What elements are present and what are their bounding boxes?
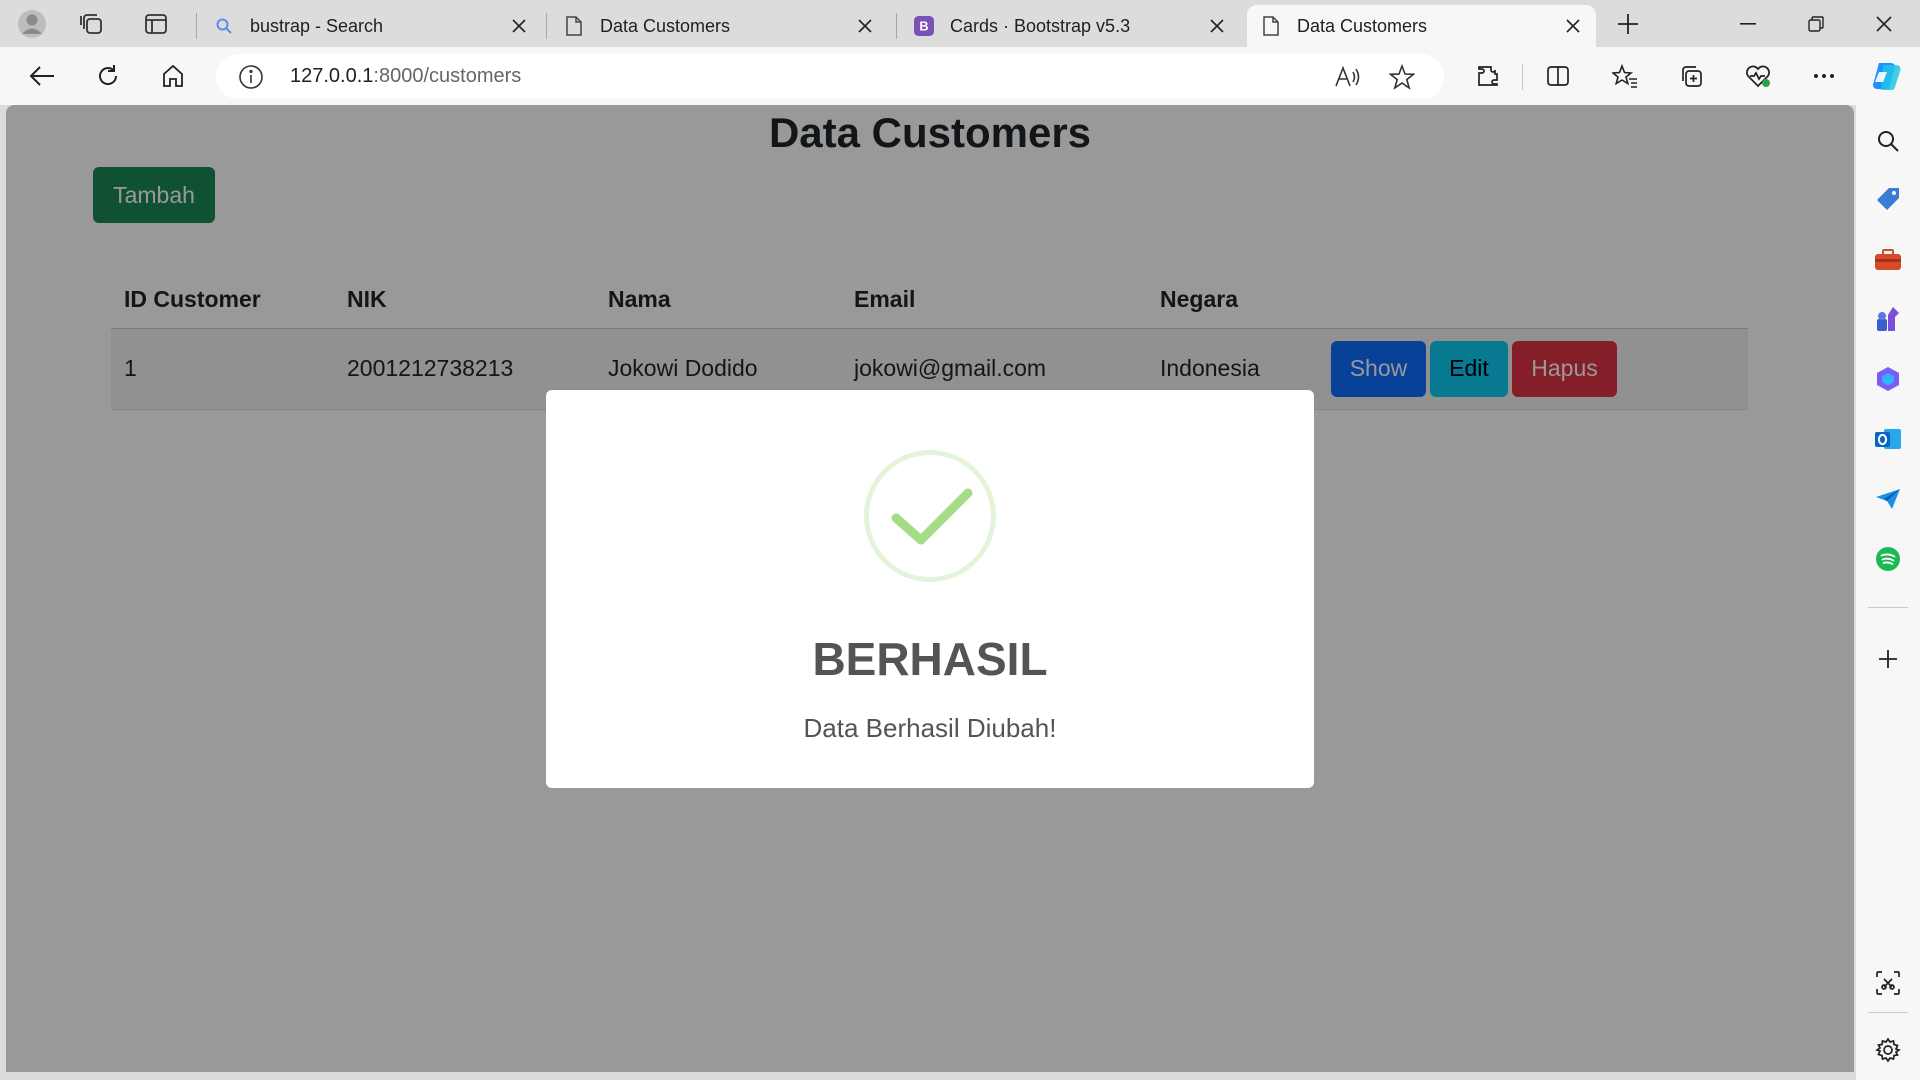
spotify-icon[interactable] [1870,541,1906,577]
add-sidebar-app-icon[interactable] [1870,641,1906,677]
split-screen-icon[interactable] [1538,56,1578,96]
microsoft-365-icon[interactable] [1870,361,1906,397]
workspaces-icon[interactable] [74,6,110,42]
close-tab-icon[interactable] [854,15,876,37]
restore-icon[interactable] [1782,0,1850,47]
tab-actions-icon[interactable] [138,6,174,42]
url-text[interactable]: 127.0.0.1:8000/customers [290,65,521,88]
url-host: 127.0.0.1 [290,65,374,87]
new-tab-icon[interactable] [1610,6,1646,42]
edge-sidebar [1856,105,1920,1080]
svg-text:B: B [919,19,928,34]
extensions-icon[interactable] [1468,56,1508,96]
minimize-icon[interactable] [1714,0,1782,47]
more-options-icon[interactable] [1804,56,1844,96]
success-check-icon [864,450,996,582]
page-viewport: Data Customers Tambah ID Customer NIK Na… [6,105,1854,1072]
close-tab-icon[interactable] [1206,15,1228,37]
close-tab-icon[interactable] [508,15,530,37]
profile-icon[interactable] [14,6,50,42]
outlook-icon[interactable] [1870,421,1906,457]
tools-icon[interactable] [1870,241,1906,277]
tab-search[interactable]: bustrap - Search [200,5,542,47]
tab-data-customers-active[interactable]: Data Customers [1247,5,1596,47]
browser-essentials-icon[interactable] [1738,56,1778,96]
tab-bootstrap-cards[interactable]: B Cards · Bootstrap v5.3 [900,5,1240,47]
refresh-icon[interactable] [88,56,128,96]
send-icon[interactable] [1870,481,1906,517]
collections-icon[interactable] [1671,56,1711,96]
close-tab-icon[interactable] [1562,15,1584,37]
sidebar-search-icon[interactable] [1870,123,1906,159]
url-path: :8000/customers [373,65,522,87]
back-icon[interactable] [22,56,62,96]
navigation-toolbar: 127.0.0.1:8000/customers [0,47,1920,105]
tab-strip: bustrap - Search Data Customers B Cards … [0,0,1920,47]
bootstrap-icon: B [914,15,934,37]
close-window-icon[interactable] [1850,0,1918,47]
games-icon[interactable] [1870,301,1906,337]
dialog-message: Data Berhasil Diubah! [803,713,1057,743]
shopping-tag-icon[interactable] [1870,181,1906,217]
tab-title: Data Customers [600,15,731,36]
copilot-icon[interactable] [1866,56,1906,96]
home-icon[interactable] [153,56,193,96]
page-icon [1261,15,1281,37]
address-bar[interactable]: 127.0.0.1:8000/customers [216,54,1444,99]
favorites-icon[interactable] [1605,56,1645,96]
tab-title: Cards · Bootstrap v5.3 [950,15,1131,36]
tab-title: bustrap - Search [250,15,384,36]
settings-gear-icon[interactable] [1870,1032,1906,1068]
tab-data-customers-1[interactable]: Data Customers [550,5,888,47]
favorite-star-icon[interactable] [1386,61,1418,93]
search-icon [214,15,234,37]
read-aloud-icon[interactable] [1332,61,1364,93]
page-icon [564,15,584,37]
success-dialog: BERHASIL Data Berhasil Diubah! [546,390,1314,788]
site-info-icon[interactable] [238,64,264,90]
dialog-title: BERHASIL [812,633,1048,685]
tab-title: Data Customers [1297,15,1428,36]
screenshot-icon[interactable] [1870,965,1906,1001]
